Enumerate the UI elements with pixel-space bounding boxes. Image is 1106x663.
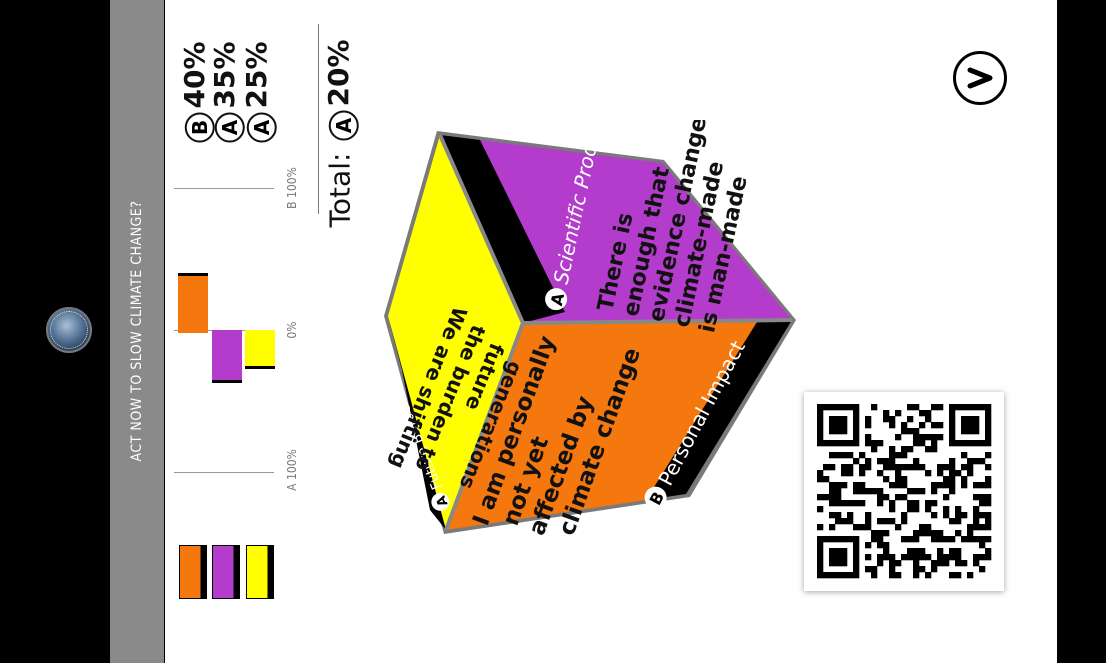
sidebar-title: ACT NOW TO SLOW CLIMATE CHANGE? [129, 200, 145, 462]
result-row-3: A25% [239, 41, 277, 143]
chart-bar [178, 273, 208, 333]
total-row: A20% [321, 39, 359, 141]
question-cube[interactable]: A Scientific Proof There is enough that … [375, 120, 805, 540]
chevron-right-icon [967, 67, 993, 89]
total-pct: 20% [321, 39, 355, 107]
axis-label-zero: 0% [285, 321, 299, 339]
total-divider [318, 24, 319, 214]
app-screen: ACT NOW TO SLOW CLIMATE CHANGE? B40% A35… [0, 0, 1106, 663]
axis-tick-a [174, 472, 274, 473]
legend-swatch [179, 545, 207, 599]
legend-swatch [246, 545, 274, 599]
result-pct: 35% [207, 41, 241, 109]
qr-code[interactable] [804, 392, 1004, 591]
total-label: Total: [323, 152, 357, 228]
total-letter: A [328, 110, 359, 141]
axis-label-b: B 100% [285, 167, 299, 209]
axis-tick-b [174, 188, 274, 189]
next-button[interactable] [953, 51, 1007, 105]
result-pct: 40% [177, 41, 211, 109]
legend-swatch [212, 545, 240, 599]
chart-bar [245, 330, 275, 369]
chart-bar [212, 330, 242, 383]
axis-label-a: A 100% [285, 449, 299, 491]
result-letter: A [246, 112, 277, 143]
qr-code-icon [817, 404, 992, 579]
result-pct: 25% [239, 41, 273, 109]
globe-logo-icon [46, 307, 92, 353]
